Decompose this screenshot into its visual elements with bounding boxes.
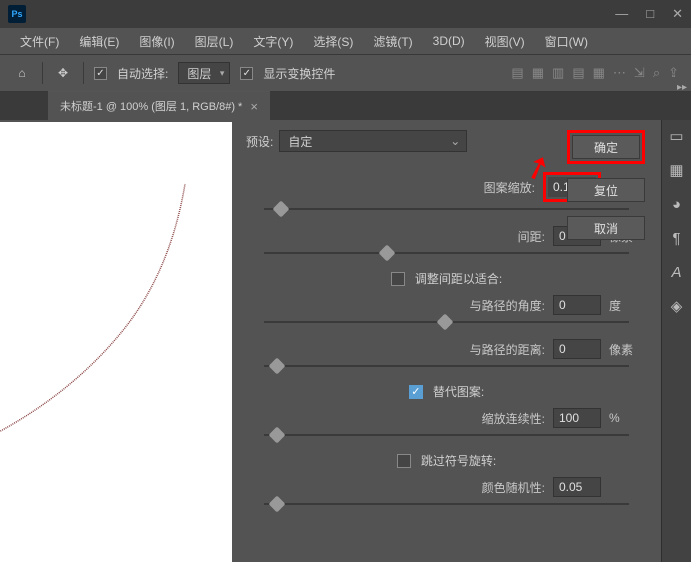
- move-tool-icon[interactable]: ✥: [53, 63, 73, 83]
- maximize-button[interactable]: □: [646, 6, 654, 22]
- dialog-panel: 预设: 自定 图案缩放: 间距: 像素 调整间距以适合: 与路径的角度: 度: [232, 120, 661, 562]
- tab-close-icon[interactable]: ×: [250, 99, 258, 114]
- character-panel-icon[interactable]: A: [667, 262, 687, 282]
- menu-3d[interactable]: 3D(D): [425, 31, 473, 51]
- ps-logo: Ps: [8, 5, 26, 23]
- spacing-label: 间距:: [518, 228, 545, 245]
- color-random-input[interactable]: [553, 477, 601, 497]
- scale-continuity-label: 缩放连续性:: [482, 410, 545, 427]
- distance-slider[interactable]: [264, 365, 629, 367]
- collapse-panels-icon[interactable]: ▸▸: [677, 82, 687, 93]
- scale-continuity-slider[interactable]: [264, 434, 629, 436]
- menu-layer[interactable]: 图层(L): [187, 30, 242, 53]
- history-panel-icon[interactable]: ▭: [667, 126, 687, 146]
- menu-file[interactable]: 文件(F): [12, 30, 67, 53]
- cancel-button[interactable]: 取消: [567, 216, 645, 240]
- align-icon[interactable]: ▤: [572, 65, 584, 81]
- more-icon[interactable]: ⋯: [613, 65, 626, 81]
- adjust-spacing-checkbox[interactable]: [391, 272, 405, 286]
- auto-select-target-dropdown[interactable]: 图层: [178, 62, 230, 84]
- menu-window[interactable]: 窗口(W): [537, 30, 596, 53]
- skip-symbol-checkbox[interactable]: [397, 454, 411, 468]
- angle-slider[interactable]: [264, 321, 629, 323]
- distance-unit: 像素: [609, 341, 637, 358]
- path-stroke: [0, 164, 230, 444]
- canvas[interactable]: [0, 120, 232, 562]
- share-icon[interactable]: ⇪: [668, 65, 679, 81]
- align-icon[interactable]: ▦: [593, 65, 605, 81]
- show-transform-label: 显示变换控件: [263, 65, 335, 82]
- menu-bar: 文件(F) 编辑(E) 图像(I) 图层(L) 文字(Y) 选择(S) 滤镜(T…: [0, 28, 691, 54]
- auto-select-label: 自动选择:: [117, 65, 168, 82]
- color-random-label: 颜色随机性:: [482, 479, 545, 496]
- alt-pattern-checkbox[interactable]: [409, 385, 423, 399]
- right-dock: ▭ ▦ ◕ ¶ A ◈: [661, 120, 691, 562]
- distance-label: 与路径的距离:: [470, 341, 545, 358]
- swatches-panel-icon[interactable]: ▦: [667, 160, 687, 180]
- adjust-spacing-label: 调整间距以适合:: [415, 270, 502, 287]
- align-icon[interactable]: ▦: [532, 65, 544, 81]
- menu-select[interactable]: 选择(S): [305, 30, 361, 53]
- document-tab-title: 未标题-1 @ 100% (图层 1, RGB/8#) *: [60, 98, 242, 114]
- document-tab[interactable]: 未标题-1 @ 100% (图层 1, RGB/8#) * ×: [48, 91, 270, 120]
- ok-button-highlight: 确定: [567, 130, 645, 164]
- preset-dropdown[interactable]: 自定: [279, 130, 467, 152]
- reset-button[interactable]: 复位: [567, 178, 645, 202]
- ok-button[interactable]: 确定: [572, 135, 640, 159]
- color-random-slider[interactable]: [264, 503, 629, 505]
- align-icon[interactable]: ▥: [552, 65, 564, 81]
- home-icon[interactable]: ⌂: [12, 63, 32, 83]
- color-panel-icon[interactable]: ◕: [667, 194, 687, 214]
- layers-panel-icon[interactable]: ◈: [667, 296, 687, 316]
- scale-continuity-input[interactable]: [553, 408, 601, 428]
- minimize-button[interactable]: —: [615, 6, 628, 22]
- alt-pattern-label: 替代图案:: [433, 383, 484, 400]
- show-transform-checkbox[interactable]: [240, 67, 253, 80]
- align-icon[interactable]: ▤: [511, 65, 523, 81]
- menu-image[interactable]: 图像(I): [131, 30, 182, 53]
- overflow-icon[interactable]: ⇲: [634, 65, 645, 81]
- angle-label: 与路径的角度:: [470, 297, 545, 314]
- close-button[interactable]: ✕: [672, 6, 683, 22]
- distance-input[interactable]: [553, 339, 601, 359]
- skip-symbol-label: 跳过符号旋转:: [421, 452, 496, 469]
- paragraph-panel-icon[interactable]: ¶: [667, 228, 687, 248]
- angle-input[interactable]: [553, 295, 601, 315]
- menu-edit[interactable]: 编辑(E): [71, 30, 127, 53]
- preset-label: 预设:: [246, 133, 273, 150]
- options-bar: ⌂ ✥ 自动选择: 图层 显示变换控件 ▤ ▦ ▥ ▤ ▦ ⋯ ⇲ ⌕ ⇪: [0, 54, 691, 92]
- menu-type[interactable]: 文字(Y): [245, 30, 301, 53]
- menu-view[interactable]: 视图(V): [477, 30, 533, 53]
- auto-select-checkbox[interactable]: [94, 67, 107, 80]
- scale-continuity-unit: %: [609, 411, 637, 425]
- menu-filter[interactable]: 滤镜(T): [365, 30, 420, 53]
- angle-unit: 度: [609, 297, 637, 314]
- spacing-slider[interactable]: [264, 252, 629, 254]
- search-icon[interactable]: ⌕: [653, 65, 660, 81]
